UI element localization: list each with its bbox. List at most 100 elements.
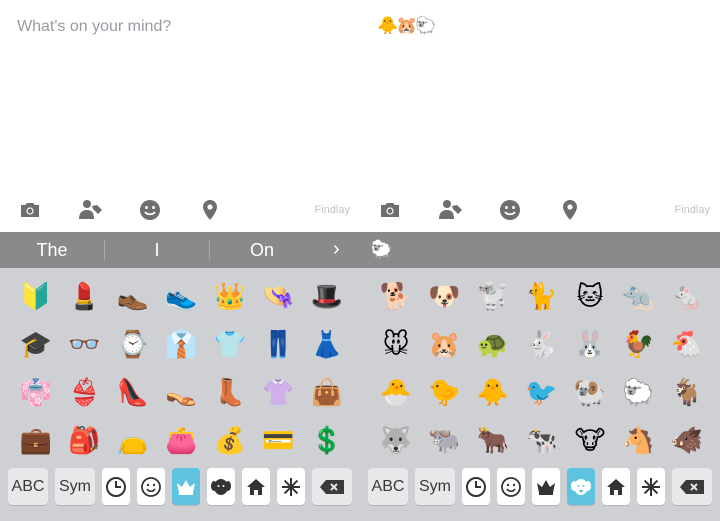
emoji-key[interactable]: ⌚ [108,321,158,367]
emoji-key[interactable]: 👡 [157,369,207,415]
emoji-key[interactable]: 👛 [157,417,207,463]
emoji-key[interactable]: 🎩 [302,273,352,319]
location-pin-icon[interactable] [558,198,582,222]
emoji-key[interactable]: 👗 [302,321,352,367]
location-text[interactable]: Findlay [675,204,710,216]
emoji-key[interactable]: 🐰 [565,321,615,367]
emoji-key[interactable]: 💼 [11,417,61,463]
emoji-key[interactable]: 🐭 [371,321,421,367]
emoji-key[interactable]: 👖 [254,321,304,367]
emoji-key[interactable]: 👒 [254,273,304,319]
camera-icon[interactable] [18,198,42,222]
sym-key[interactable]: Sym [55,468,95,505]
smiley-icon[interactable] [138,198,162,222]
smiley-category-icon[interactable] [497,468,525,505]
emoji-key[interactable]: 🐹 [420,321,470,367]
emoji-key[interactable]: 🐏 [565,369,615,415]
emoji-key[interactable]: 🐐 [662,369,712,415]
emoji-key[interactable]: 🐴 [614,417,664,463]
emoji-key[interactable]: 💰 [205,417,255,463]
emoji-key[interactable]: 🐶 [420,273,470,319]
emoji-key[interactable]: 🐱 [565,273,615,319]
emoji-key[interactable]: 🐃 [420,417,470,463]
smiley-category-icon[interactable] [137,468,165,505]
more-suggestions-chevron-icon[interactable]: › [333,238,340,261]
emoji-key[interactable]: 💳 [254,417,304,463]
emoji-key[interactable]: 🐦 [517,369,567,415]
emoji-key[interactable]: 👙 [60,369,110,415]
crown-category-icon[interactable] [532,468,560,505]
backspace-icon[interactable] [312,468,352,505]
compose-placeholder[interactable]: What's on your mind? [17,18,171,36]
emoji-key[interactable]: 👞 [108,273,158,319]
abc-key[interactable]: ABC [8,468,48,505]
emoji-key[interactable]: 🐕 [371,273,421,319]
emoji-key[interactable]: 👘 [11,369,61,415]
emoji-key[interactable]: 🐈 [517,273,567,319]
suggestion-word[interactable]: On [210,240,314,261]
suggestion-word[interactable]: I [105,240,209,261]
keyboard-bottom-row: ABC Sym [0,468,360,508]
emoji-keyboard: 🔰 💄 👞 👟 👑 👒 🎩 🎓 👓 ⌚ 👔 👕 👖 👗 👘 👙 👠 👡 👢 👚 👜 💼 🎒 👝 👛 💰 💳 💲 ABC Sym [0,268,360,521]
symbols-category-icon[interactable] [637,468,665,505]
emoji-key[interactable]: 🐇 [517,321,567,367]
emoji-key[interactable]: 🐂 [468,417,518,463]
location-pin-icon[interactable] [198,198,222,222]
emoji-key[interactable]: 🐀 [614,273,664,319]
emoji-key[interactable]: 🐢 [468,321,518,367]
compose-area[interactable]: 🐥🐹🐑 [360,0,720,190]
emoji-key[interactable]: 🐮 [565,417,615,463]
home-category-icon[interactable] [242,468,270,505]
emoji-key[interactable]: 👔 [157,321,207,367]
animal-category-icon[interactable] [207,468,235,505]
emoji-key[interactable]: 🐺 [371,417,421,463]
compose-typed-text[interactable]: 🐥🐹🐑 [377,16,436,36]
emoji-key[interactable]: 👢 [205,369,255,415]
emoji-key[interactable]: 🔰 [11,273,61,319]
camera-icon[interactable] [378,198,402,222]
emoji-key[interactable]: 👓 [60,321,110,367]
sym-key[interactable]: Sym [415,468,455,505]
attachment-bar: Findlay [0,190,360,232]
emoji-key[interactable]: 🐩 [468,273,518,319]
recent-clock-icon[interactable] [462,468,490,505]
suggestion-bar: The I On › [0,232,360,268]
emoji-key[interactable]: 🐗 [662,417,712,463]
smiley-icon[interactable] [498,198,522,222]
emoji-key[interactable]: 👚 [254,369,304,415]
emoji-key[interactable]: 🐣 [371,369,421,415]
emoji-key[interactable]: 🐑 [614,369,664,415]
symbols-category-icon[interactable] [277,468,305,505]
emoji-key[interactable]: 🐥 [468,369,518,415]
abc-key[interactable]: ABC [368,468,408,505]
compose-area[interactable]: What's on your mind? [0,0,360,190]
location-text[interactable]: Findlay [315,204,350,216]
tag-person-icon[interactable] [78,198,102,222]
suggestion-word[interactable]: The [0,240,104,261]
emoji-key[interactable]: 🐤 [420,369,470,415]
emoji-key[interactable]: 👜 [302,369,352,415]
emoji-key[interactable]: 👑 [205,273,255,319]
emoji-key[interactable]: 🐔 [662,321,712,367]
animal-category-icon[interactable] [567,468,595,505]
emoji-key[interactable]: 👕 [205,321,255,367]
emoji-key[interactable]: 🐁 [662,273,712,319]
emoji-key[interactable]: 💄 [60,273,110,319]
emoji-key[interactable]: 👟 [157,273,207,319]
left-screen: What's on your mind? Findlay The I On › … [0,0,360,521]
emoji-key[interactable]: 🎓 [11,321,61,367]
emoji-key[interactable]: 🐓 [614,321,664,367]
backspace-icon[interactable] [672,468,712,505]
crown-category-icon[interactable] [172,468,200,505]
emoji-key[interactable]: 🐄 [517,417,567,463]
emoji-key[interactable]: 💲 [302,417,352,463]
emoji-key[interactable]: 👠 [108,369,158,415]
home-category-icon[interactable] [602,468,630,505]
emoji-key[interactable]: 👝 [108,417,158,463]
recent-clock-icon[interactable] [102,468,130,505]
emoji-key[interactable]: 🎒 [60,417,110,463]
suggestion-bar: 🐑 [360,232,720,268]
emoji-suggestion[interactable]: 🐑 [370,239,392,260]
tag-person-icon[interactable] [438,198,462,222]
emoji-grid: 🔰 💄 👞 👟 👑 👒 🎩 🎓 👓 ⌚ 👔 👕 👖 👗 👘 👙 👠 👡 👢 👚 👜 💼 🎒 👝 👛 💰 💳 💲 [0,268,360,460]
